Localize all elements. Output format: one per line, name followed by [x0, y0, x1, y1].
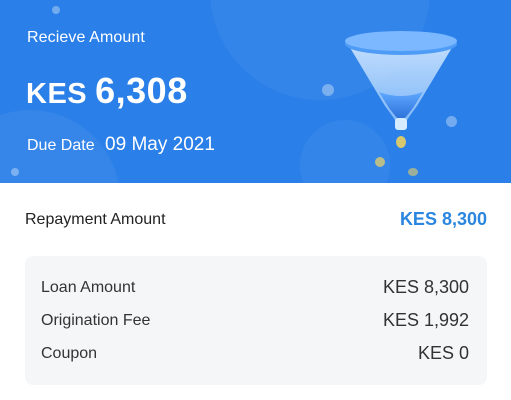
decorative-dot — [52, 6, 60, 14]
origination-fee-label: Origination Fee — [41, 312, 151, 329]
decorative-dot — [11, 168, 19, 176]
due-date-row: Due Date 09 May 2021 — [27, 134, 215, 156]
due-date-value: 09 May 2021 — [105, 134, 215, 155]
receive-amount-label: Recieve Amount — [27, 29, 145, 46]
currency-code: KES — [26, 78, 88, 110]
repayment-amount-value: KES 8,300 — [399, 209, 487, 229]
loan-amount-label: Loan Amount — [41, 279, 136, 296]
funnel-coins-icon — [345, 31, 457, 176]
loan-details-card: Loan Amount KES 8,300 Origination Fee KE… — [25, 256, 487, 385]
repayment-amount-row: Repayment Amount KES 8,300 — [25, 208, 487, 234]
due-date-label: Due Date — [27, 137, 95, 154]
receive-amount-banner: Recieve Amount KES 6,308 Due Date 09 May … — [0, 0, 511, 183]
loan-amount-value: KES 8,300 — [382, 277, 469, 297]
repayment-amount-label: Repayment Amount — [25, 211, 166, 228]
receive-amount-value: KES 6,308 — [26, 70, 188, 112]
receive-amount-number: 6,308 — [95, 70, 188, 111]
coupon-value: KES 0 — [417, 343, 469, 363]
origination-fee-value: KES 1,992 — [382, 310, 469, 330]
coupon-row: Coupon KES 0 — [41, 341, 469, 369]
decorative-dot — [322, 84, 334, 96]
loan-amount-row: Loan Amount KES 8,300 — [41, 275, 469, 303]
origination-fee-row: Origination Fee KES 1,992 — [41, 308, 469, 336]
coupon-label: Coupon — [41, 345, 98, 362]
